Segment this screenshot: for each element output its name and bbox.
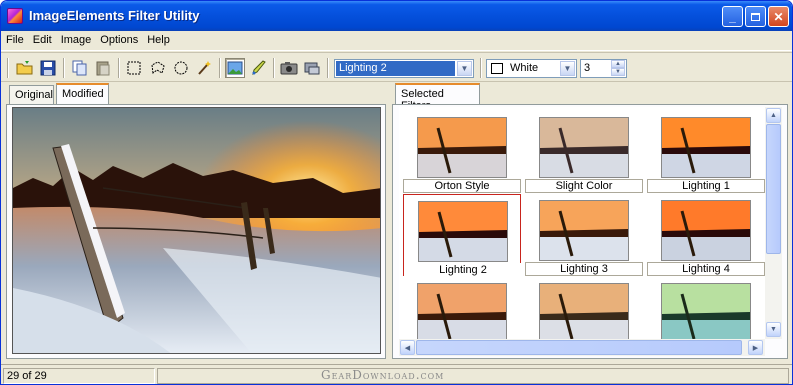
filter-item[interactable]: [647, 277, 765, 339]
magic-wand-icon: [198, 61, 211, 75]
maximize-icon: [751, 12, 760, 21]
brush-button[interactable]: [249, 58, 269, 78]
camera-button[interactable]: [279, 58, 299, 78]
filter-thumbnail-grid: Orton Style Slight Color Lighting 1 Ligh…: [399, 107, 765, 339]
filter-item-lighting-2[interactable]: Lighting 2: [403, 194, 522, 277]
toolbar-separator: [480, 58, 482, 78]
lasso-icon: [151, 61, 165, 74]
filter-label: Lighting 1: [647, 179, 765, 193]
scroll-thumb[interactable]: [416, 340, 742, 355]
toolbar-separator: [118, 58, 120, 78]
open-icon: [16, 61, 33, 75]
rect-select-icon: [127, 61, 141, 75]
save-button[interactable]: [38, 58, 58, 78]
toolbar-separator: [7, 58, 9, 78]
chevron-down-icon[interactable]: ▼: [560, 61, 575, 76]
copy-button[interactable]: [70, 58, 90, 78]
amount-spinner[interactable]: 3 ▲ ▼: [580, 59, 627, 78]
close-icon: ✕: [773, 9, 784, 24]
chevron-down-icon[interactable]: ▼: [457, 61, 472, 76]
menu-file[interactable]: File: [1, 31, 28, 46]
maximize-button[interactable]: [745, 6, 766, 27]
minimize-icon: _: [729, 9, 736, 24]
color-select-value: White: [510, 62, 539, 74]
filter-thumbnail: [418, 201, 508, 262]
window-title: ImageElements Filter Utility: [29, 8, 200, 23]
filter-thumbnail: [417, 117, 507, 178]
copy-icon: [72, 60, 87, 76]
scroll-left-icon[interactable]: ◀: [400, 340, 415, 355]
scroll-up-icon[interactable]: ▲: [766, 108, 781, 123]
scanner-icon: [304, 62, 320, 75]
filter-item-orton-style[interactable]: Orton Style: [403, 111, 521, 193]
image-icon: [227, 61, 243, 75]
magic-wand-button[interactable]: [194, 58, 214, 78]
image-button[interactable]: [225, 58, 245, 78]
minimize-button[interactable]: _: [722, 6, 743, 27]
save-icon: [40, 60, 56, 76]
ellipse-select-icon: [174, 61, 188, 75]
toolbar: Lighting 2 ▼ White ▼ 3 ▲ ▼: [1, 52, 792, 82]
status-panel: [157, 368, 789, 384]
filter-select[interactable]: Lighting 2 ▼: [334, 59, 474, 78]
camera-icon: [280, 62, 298, 75]
toolbar-separator: [219, 58, 221, 78]
menu-options[interactable]: Options: [95, 31, 142, 46]
title-bar[interactable]: ImageElements Filter Utility _ ✕: [1, 1, 792, 31]
scroll-right-icon[interactable]: ▶: [748, 340, 763, 355]
scanner-button[interactable]: [302, 58, 322, 78]
brush-icon: [252, 60, 266, 75]
toolbar-separator: [63, 58, 65, 78]
filter-thumbnail: [417, 283, 507, 339]
filter-item-lighting-1[interactable]: Lighting 1: [647, 111, 765, 193]
tab-modified[interactable]: Modified: [56, 83, 109, 105]
scroll-down-icon[interactable]: ▼: [766, 322, 781, 337]
filter-item-lighting-3[interactable]: Lighting 3: [525, 194, 643, 276]
filter-item-lighting-4[interactable]: Lighting 4: [647, 194, 765, 276]
filter-label: Lighting 3: [525, 262, 643, 276]
filter-thumbnail: [539, 283, 629, 339]
tab-original[interactable]: Original: [9, 85, 54, 105]
filter-thumbnail: [661, 200, 751, 261]
amount-value: 3: [584, 62, 591, 74]
filter-label: Slight Color: [525, 179, 643, 193]
filter-label: Lighting 2: [404, 263, 522, 277]
toolbar-separator: [327, 58, 329, 78]
rect-select-button[interactable]: [124, 58, 144, 78]
menu-edit[interactable]: Edit: [28, 31, 56, 46]
paste-icon: [96, 61, 110, 76]
menu-bar: File Edit Image Options Help: [1, 31, 792, 51]
status-position: 29 of 29: [3, 368, 155, 384]
vertical-scrollbar[interactable]: ▲ ▼: [765, 107, 782, 339]
spin-down-icon[interactable]: ▼: [611, 68, 625, 76]
lasso-button[interactable]: [148, 58, 168, 78]
filter-item[interactable]: [403, 277, 521, 339]
color-select[interactable]: White ▼: [486, 59, 577, 78]
filter-label: Orton Style: [403, 179, 521, 193]
app-icon: [7, 8, 23, 24]
preview-image: [12, 107, 381, 354]
watermark-text: GearDownload.com: [321, 368, 445, 382]
filter-label: Lighting 4: [647, 262, 765, 276]
filter-select-value: Lighting 2: [336, 61, 455, 76]
scroll-thumb[interactable]: [766, 124, 781, 254]
filter-item-slight-color[interactable]: Slight Color: [525, 111, 643, 193]
filter-item[interactable]: [525, 277, 643, 339]
app-window: ImageElements Filter Utility _ ✕ File Edi…: [0, 0, 793, 385]
color-swatch: [491, 63, 503, 74]
filter-thumbnail: [661, 283, 751, 339]
filter-thumbnail: [661, 117, 751, 178]
close-button[interactable]: ✕: [768, 6, 789, 27]
ellipse-select-button[interactable]: [171, 58, 191, 78]
open-button[interactable]: [15, 58, 35, 78]
horizontal-scrollbar[interactable]: ◀ ▶: [399, 339, 765, 356]
filter-thumbnail: [539, 117, 629, 178]
paste-button[interactable]: [93, 58, 113, 78]
filter-thumbnail: [539, 200, 629, 261]
menu-help[interactable]: Help: [142, 31, 174, 46]
menu-image[interactable]: Image: [56, 31, 96, 46]
toolbar-separator: [273, 58, 275, 78]
tab-selected-filters[interactable]: Selected Filters: [395, 83, 480, 112]
spin-up-icon[interactable]: ▲: [611, 60, 625, 68]
